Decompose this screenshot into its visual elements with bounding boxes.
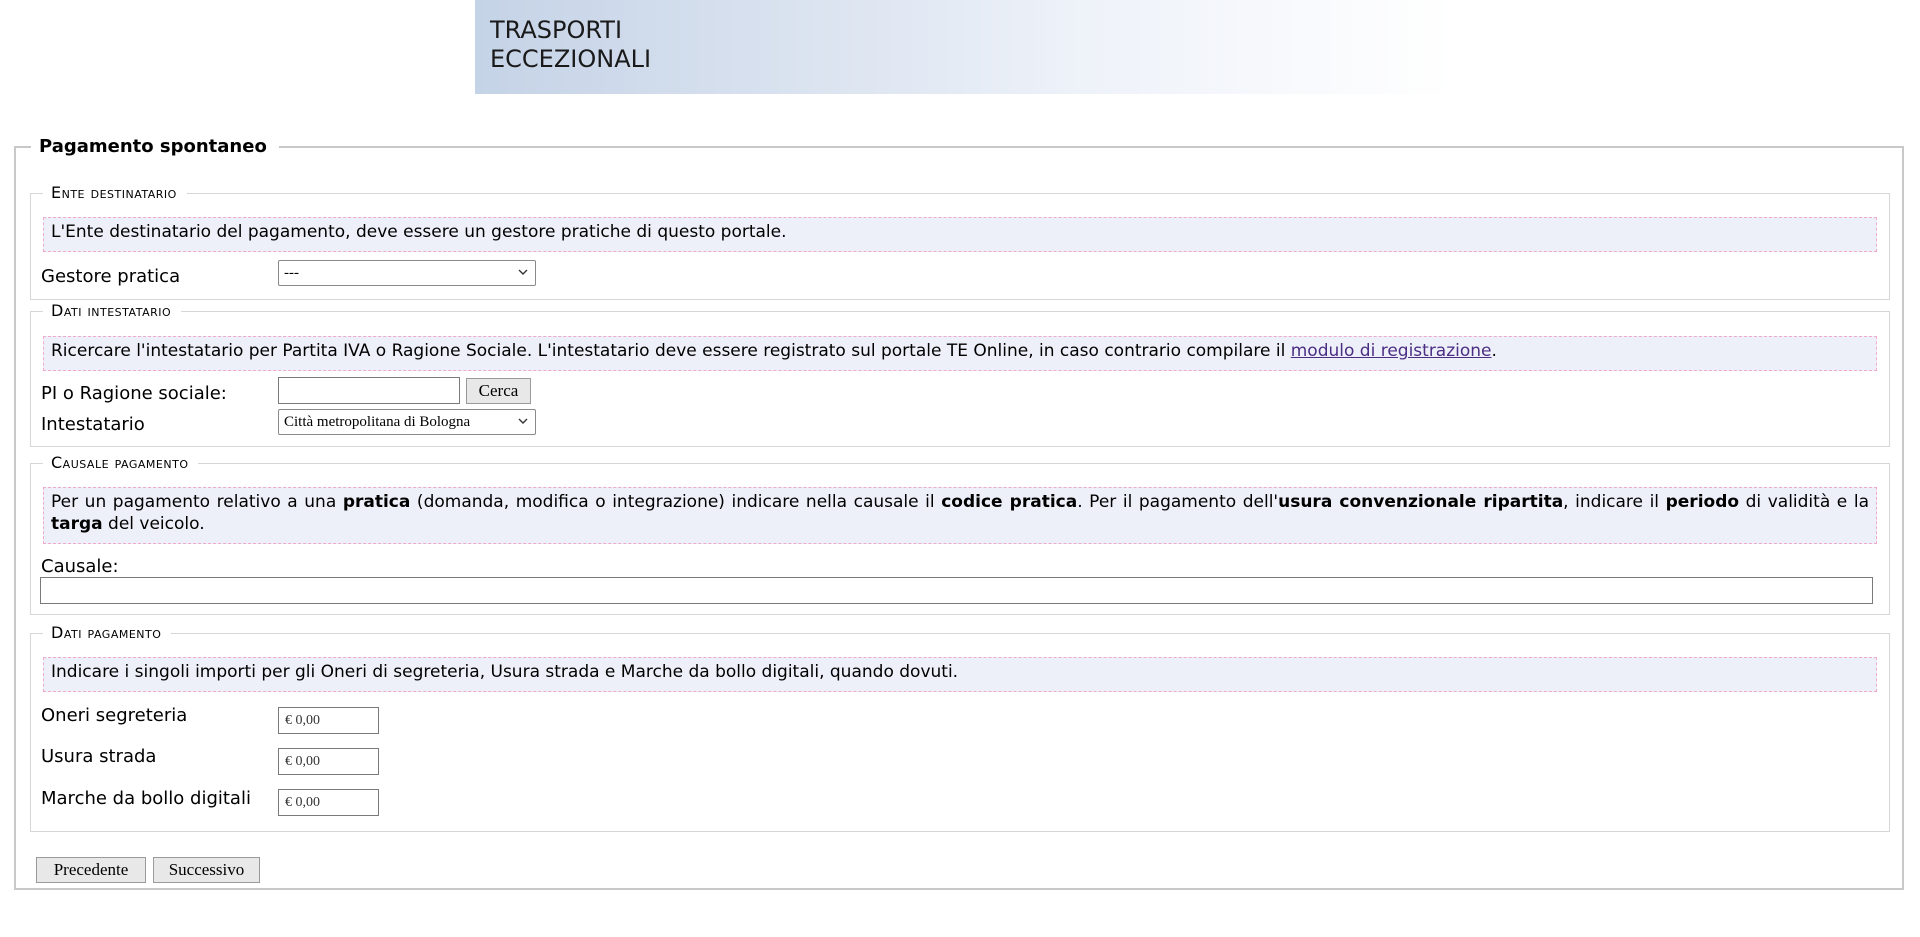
cerca-button[interactable]: Cerca: [466, 378, 531, 404]
section-legend-intestatario: Dati intestatario: [43, 302, 182, 320]
info-pagamento: Indicare i singoli importi per gli Oneri…: [43, 657, 1877, 692]
info-causale: Per un pagamento relativo a una pratica …: [43, 487, 1877, 544]
section-ente-destinatario: Ente destinatario L'Ente destinatario de…: [30, 184, 1890, 300]
app-title: TRASPORTI ECCEZIONALI: [490, 16, 651, 74]
oneri-segreteria-label: Oneri segreteria: [41, 705, 188, 726]
app-title-line2: ECCEZIONALI: [490, 45, 652, 73]
marche-bollo-input[interactable]: € 0,00: [278, 789, 379, 816]
info-causale-text: Per un pagamento relativo a una: [51, 492, 343, 512]
chevron-down-icon: [518, 418, 528, 424]
intestatario-value: Città metropolitana di Bologna: [284, 414, 471, 430]
info-causale-bold: pratica: [342, 492, 411, 512]
info-causale-bold: targa: [51, 514, 103, 534]
usura-strada-label: Usura strada: [41, 746, 157, 767]
info-causale-bold: usura convenzionale ripartita: [1278, 492, 1564, 512]
app-title-line1: TRASPORTI: [490, 16, 623, 44]
intestatario-select[interactable]: Città metropolitana di Bologna: [278, 409, 536, 435]
oneri-segreteria-input[interactable]: € 0,00: [278, 707, 379, 734]
section-legend-pagamento: Dati pagamento: [43, 624, 172, 642]
chevron-down-icon: [518, 269, 528, 275]
info-causale-bold: periodo: [1665, 492, 1740, 512]
info-ente: L'Ente destinatario del pagamento, deve …: [43, 217, 1877, 252]
info-causale-text: (domanda, modifica o integrazione) indic…: [410, 492, 942, 512]
gestore-pratica-label: Gestore pratica: [41, 266, 181, 287]
gestore-pratica-value: ---: [284, 265, 299, 281]
info-intestatario: Ricercare l'intestatario per Partita IVA…: [43, 336, 1877, 371]
section-dati-pagamento: Dati pagamento Indicare i singoli import…: [30, 624, 1890, 832]
causale-label: Causale:: [41, 556, 119, 577]
form-title: Pagamento spontaneo: [31, 136, 279, 158]
usura-strada-input[interactable]: € 0,00: [278, 748, 379, 775]
section-legend-causale: Causale pagamento: [43, 454, 199, 472]
section-causale-pagamento: Causale pagamento Per un pagamento relat…: [30, 454, 1890, 615]
intestatario-label: Intestatario: [41, 414, 145, 435]
marche-bollo-label: Marche da bollo digitali: [41, 788, 251, 809]
section-dati-intestatario: Dati intestatario Ricercare l'intestatar…: [30, 302, 1890, 447]
section-legend-ente: Ente destinatario: [43, 184, 187, 202]
info-causale-text: di validità e la: [1739, 492, 1869, 512]
info-causale-text: del veicolo.: [102, 514, 205, 534]
pi-ragione-sociale-input[interactable]: [278, 377, 460, 404]
successivo-button[interactable]: Successivo: [153, 857, 260, 883]
causale-input[interactable]: [40, 577, 1873, 604]
info-causale-text: , indicare il: [1563, 492, 1666, 512]
registration-form-link[interactable]: modulo di registrazione: [1291, 341, 1492, 361]
gestore-pratica-select[interactable]: ---: [278, 260, 536, 286]
info-intestatario-text: Ricercare l'intestatario per Partita IVA…: [51, 341, 1291, 361]
header-banner: TRASPORTI ECCEZIONALI: [475, 0, 1455, 94]
payment-form: Pagamento spontaneo Ente destinatario L'…: [14, 136, 1904, 890]
info-intestatario-end: .: [1491, 341, 1497, 361]
precedente-button[interactable]: Precedente: [36, 857, 146, 883]
info-causale-text: . Per il pagamento dell': [1077, 492, 1279, 512]
pi-ragione-sociale-label: PI o Ragione sociale:: [41, 383, 227, 404]
info-causale-bold: codice pratica: [941, 492, 1078, 512]
